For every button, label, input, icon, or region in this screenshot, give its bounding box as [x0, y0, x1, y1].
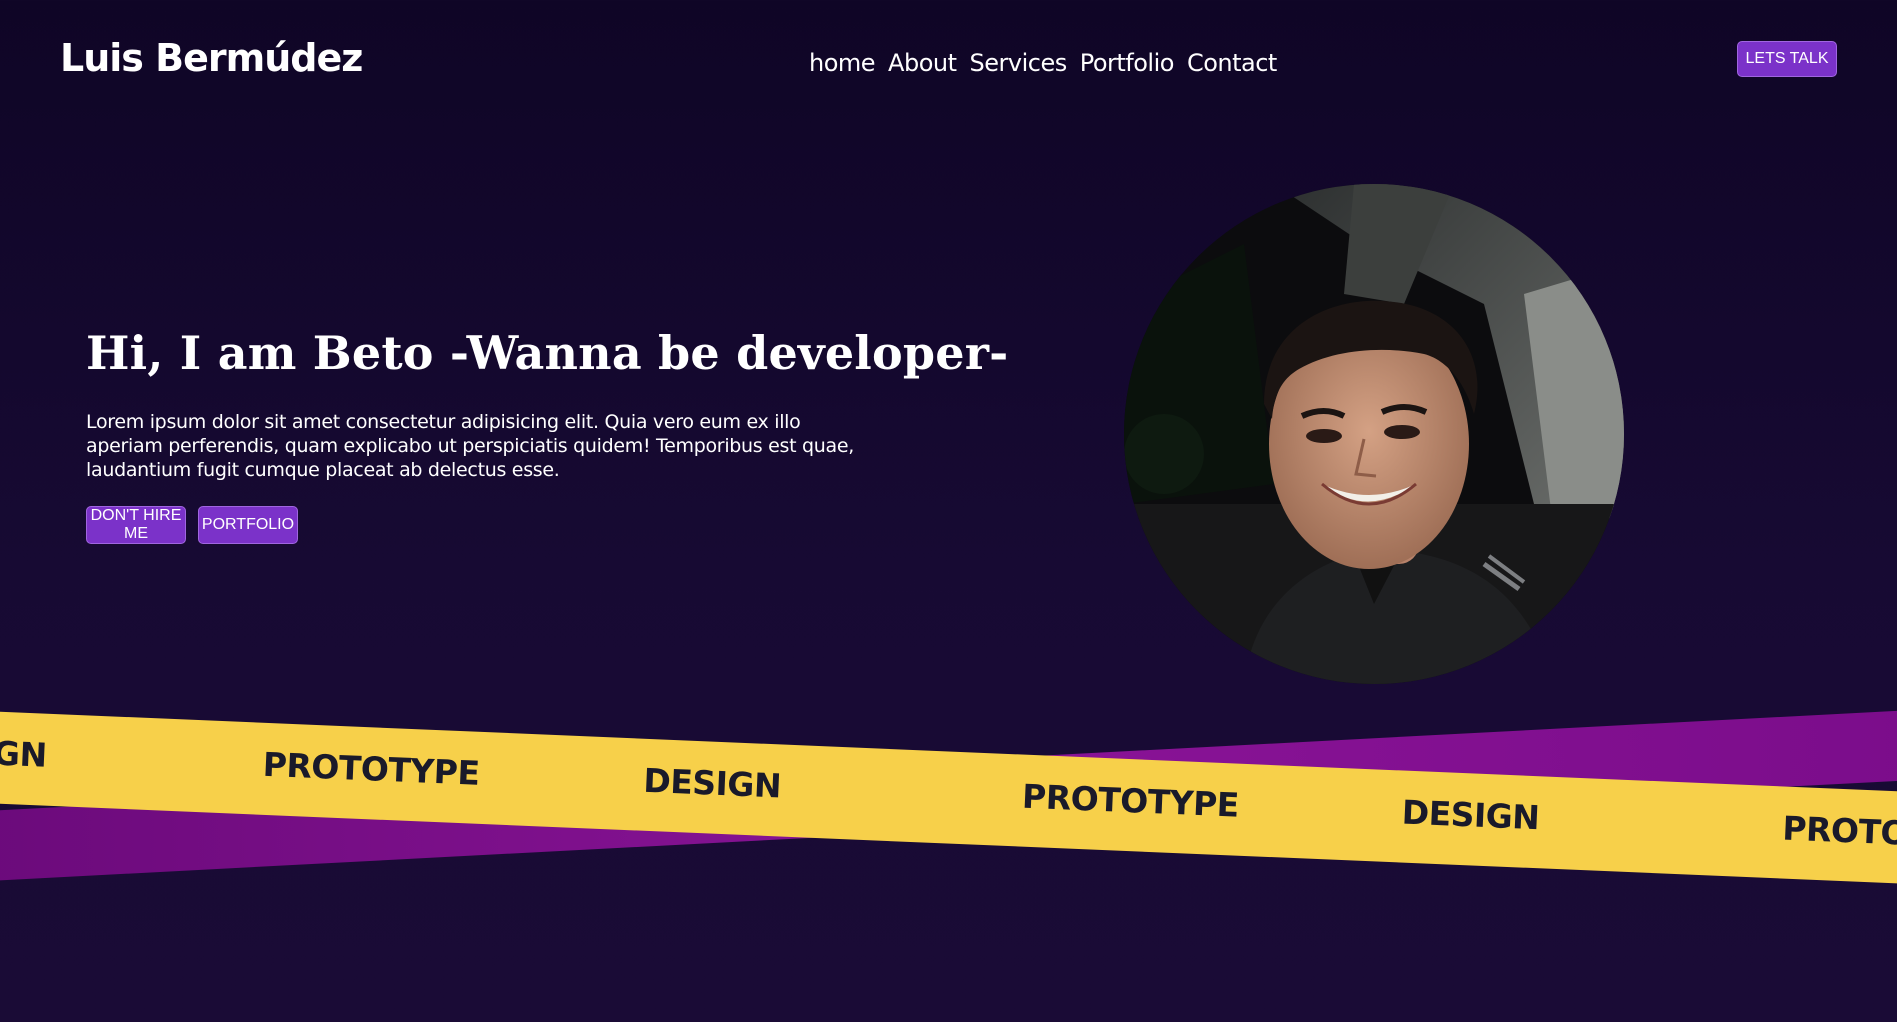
marquee-word: PROTOTYPE: [1021, 776, 1240, 825]
marquee-word: PROTOTYPE: [261, 744, 481, 793]
marquee-word: DESIGN: [1400, 792, 1541, 838]
brand-logo[interactable]: Luis Bermúdez: [60, 36, 363, 80]
nav-services[interactable]: Services: [970, 49, 1068, 77]
lets-talk-button[interactable]: LETS TALK: [1737, 41, 1837, 77]
dont-hire-me-button[interactable]: DON'T HIRE ME: [86, 506, 186, 544]
nav-contact[interactable]: Contact: [1187, 49, 1277, 77]
nav-home[interactable]: home: [809, 49, 876, 77]
site-header: Luis Bermúdez home About Services Portfo…: [0, 0, 1897, 120]
marquee-word: GN: [0, 733, 48, 775]
profile-photo-illustration: [1124, 184, 1624, 684]
hero-buttons: DON'T HIRE ME PORTFOLIO: [86, 506, 298, 544]
nav-about[interactable]: About: [888, 49, 957, 77]
portfolio-button[interactable]: PORTFOLIO: [198, 506, 298, 544]
nav-portfolio[interactable]: Portfolio: [1080, 49, 1175, 77]
main-nav: home About Services Portfolio Contact: [809, 49, 1277, 77]
marquee-word: PROTO: [1781, 808, 1897, 853]
hero-title: Hi, I am Beto -Wanna be developer-: [86, 326, 1009, 380]
profile-photo: [1124, 184, 1624, 684]
marquee-word: DESIGN: [642, 760, 782, 806]
hero-description: Lorem ipsum dolor sit amet consectetur a…: [86, 411, 854, 481]
